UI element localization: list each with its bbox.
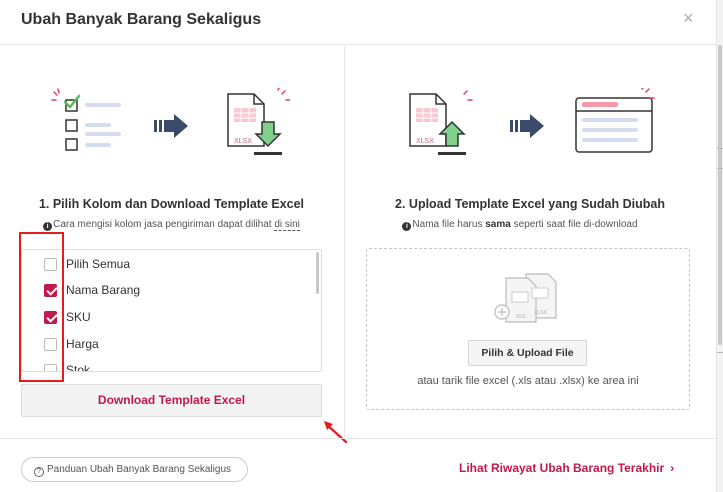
chevron-right-icon: ›: [670, 461, 675, 475]
history-label: Lihat Riwayat Ubah Barang Terakhir: [459, 461, 665, 475]
step1-title: 1. Pilih Kolom dan Download Template Exc…: [38, 197, 305, 211]
column-option-label: Stok: [66, 363, 91, 372]
modal-title: Ubah Banyak Barang Sekaligus: [21, 11, 262, 28]
select-columns-illustration: XLSX: [51, 88, 290, 155]
info-icon: i: [402, 222, 412, 231]
checklist-icon: [51, 88, 121, 151]
excel-files-icon: XLS XLSX: [494, 273, 557, 323]
excel-download-icon: XLSX: [227, 88, 290, 155]
edge-divider: [717, 168, 723, 169]
column-option-label: Harga: [66, 337, 99, 351]
page-scrollbar-thumb[interactable]: [718, 45, 722, 345]
step2-title: 2. Upload Template Excel yang Sudah Diub…: [395, 197, 665, 211]
upload-file-button[interactable]: Pilih & Upload File: [468, 340, 587, 366]
edge-divider: [717, 352, 723, 353]
svg-text:XLSX: XLSX: [416, 138, 434, 145]
highlight-box: [19, 232, 64, 382]
arrow-right-icon: [154, 114, 188, 138]
column-option-label: Nama Barang: [66, 283, 141, 297]
excel-upload-icon: XLSX: [409, 90, 473, 155]
step2-note-bold: sama: [485, 219, 511, 230]
history-link[interactable]: Lihat Riwayat Ubah Barang Terakhir ›: [459, 461, 674, 475]
download-template-button[interactable]: Download Template Excel: [21, 384, 322, 417]
step2-note-after: seperti saat file di-download: [510, 219, 638, 230]
column-divider: [344, 46, 345, 438]
form-updated-icon: [575, 88, 655, 153]
column-option-label: SKU: [66, 310, 91, 324]
step2-note-before: Nama file harus: [412, 219, 486, 230]
step2-note: i Nama file harus sama seperti saat file …: [345, 219, 695, 231]
arrow-right-icon: [510, 114, 544, 138]
info-icon: i: [43, 222, 53, 231]
column-option-label: Pilih Semua: [66, 257, 131, 271]
svg-text:XLSX: XLSX: [534, 310, 547, 316]
column-checklist: Pilih Semua Nama Barang SKU Harga Stok: [21, 249, 322, 372]
help-link[interactable]: di sini: [274, 219, 300, 231]
modal-dialog: Ubah Banyak Barang Sekaligus × XLSX 1. P…: [0, 0, 716, 492]
checklist-scrollbar[interactable]: [316, 252, 319, 294]
question-icon: ?: [34, 467, 44, 477]
edge-divider: [717, 148, 723, 149]
svg-text:XLS: XLS: [516, 314, 526, 320]
step1-note: i Cara mengisi kolom jasa pengiriman dapa…: [21, 219, 322, 231]
guide-button[interactable]: ? Panduan Ubah Banyak Barang Sekaligus: [21, 457, 248, 482]
close-icon[interactable]: ×: [683, 8, 694, 29]
page-scrollbar[interactable]: [716, 0, 723, 492]
upload-illustration: XLSX: [409, 88, 655, 155]
modal-header: Ubah Banyak Barang Sekaligus ×: [0, 0, 716, 45]
guide-label: Panduan Ubah Banyak Barang Sekaligus: [47, 464, 232, 475]
step1-note-text: Cara mengisi kolom jasa pengiriman dapat…: [53, 219, 275, 230]
svg-text:XLSX: XLSX: [234, 138, 252, 145]
dropzone-hint: atau tarik file excel (.xls atau .xlsx) …: [417, 375, 639, 387]
